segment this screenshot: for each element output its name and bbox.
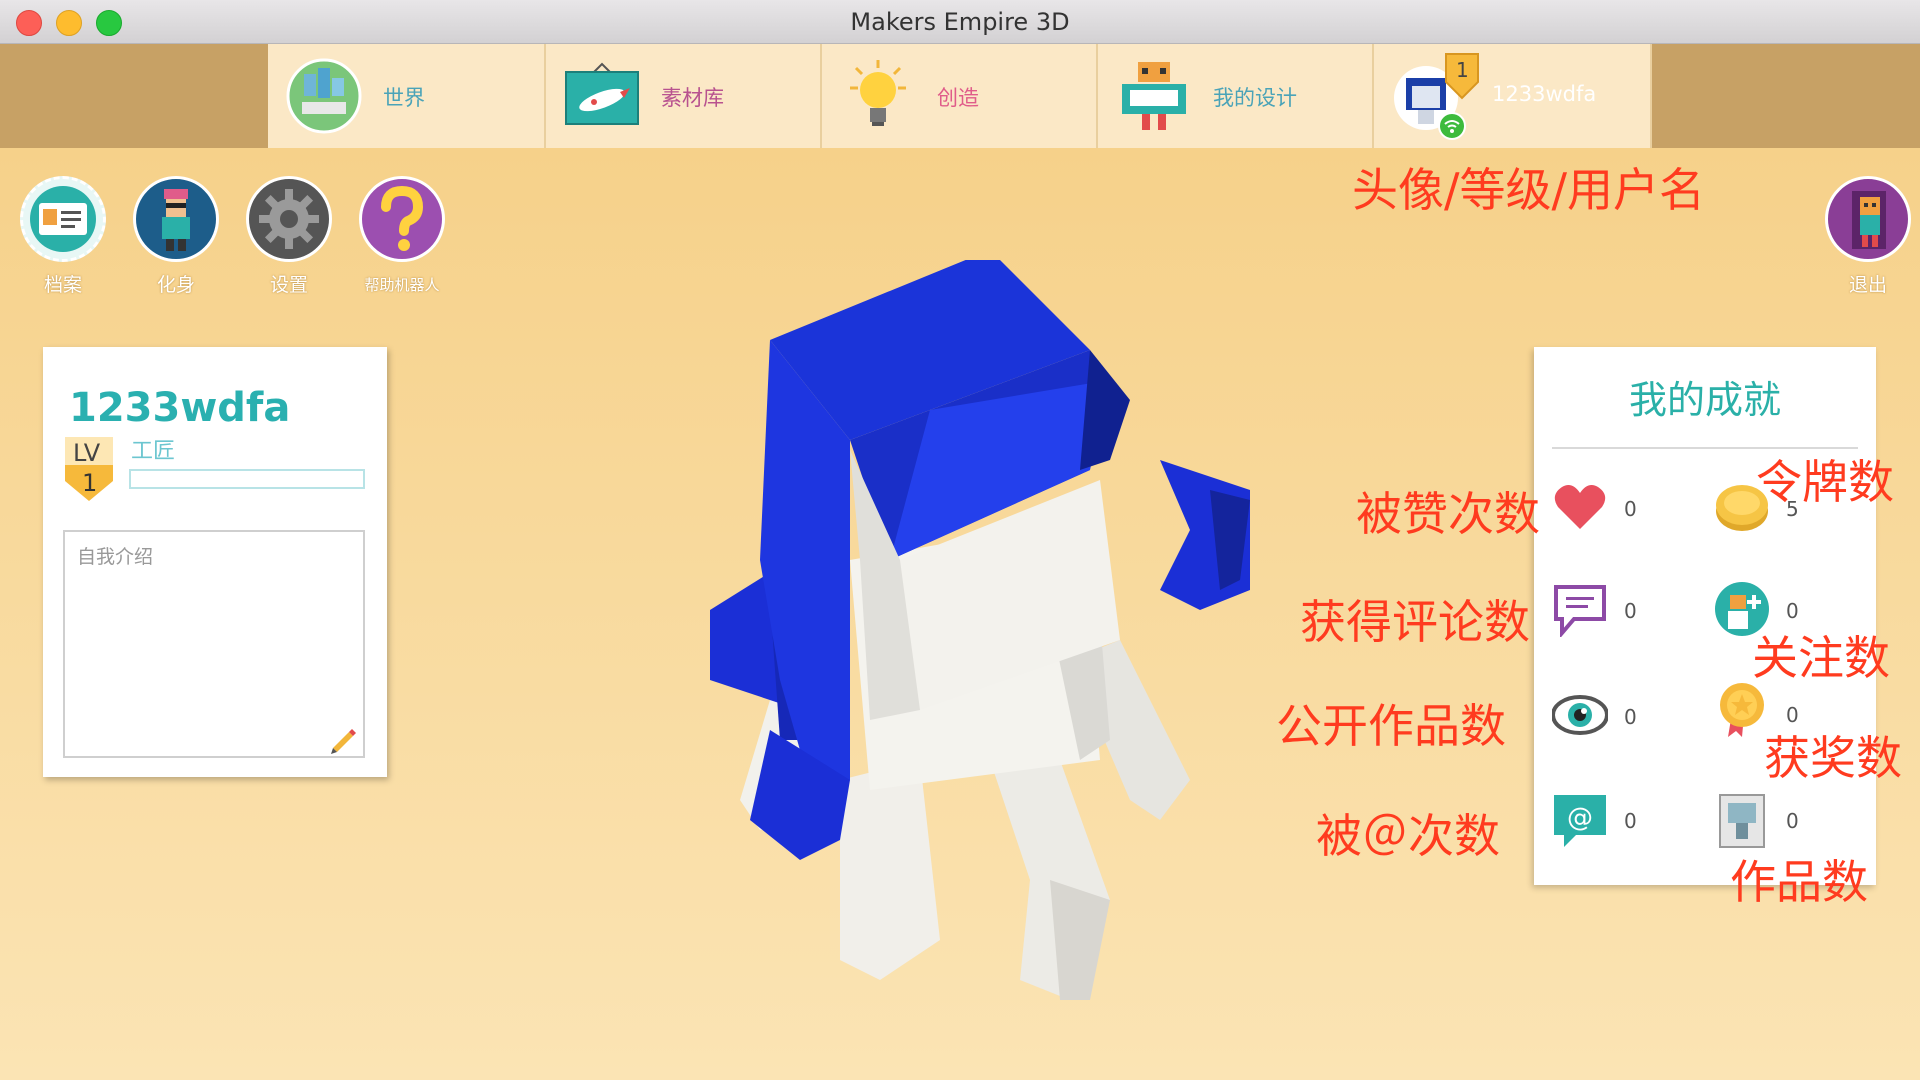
online-wifi-icon <box>1438 112 1466 140</box>
help-robot-button[interactable] <box>359 176 445 262</box>
annotation-likes: 被赞次数 <box>1356 487 1540 541</box>
heart-icon <box>1554 485 1606 529</box>
achievements-panel: 我的成就 0 5 0 0 0 0 @ 0 0 <box>1534 347 1876 885</box>
tab-library[interactable]: 素材库 <box>546 44 822 148</box>
follows-count: 0 <box>1786 599 1799 623</box>
profile-username: 1233wdfa <box>69 385 291 431</box>
profile-card-icon <box>30 186 96 252</box>
medal-icon <box>1720 683 1764 737</box>
help-robot-button-label: 帮助机器人 <box>364 276 440 294</box>
design-count-icon <box>1719 794 1765 848</box>
svg-text:@: @ <box>1567 803 1593 833</box>
3d-avatar-character <box>710 260 1250 1000</box>
settings-button-label: 设置 <box>269 274 308 296</box>
xp-progress-bar <box>129 469 365 489</box>
public-works-count: 0 <box>1624 705 1637 729</box>
likes-count: 0 <box>1624 497 1637 521</box>
lightbulb-icon <box>850 60 906 126</box>
works-count: 0 <box>1786 809 1799 833</box>
level-number: 1 <box>82 469 98 497</box>
profile-card: 1233wdfa LV 1 工匠 自我介绍 <box>43 347 387 777</box>
mentions-count: 0 <box>1624 809 1637 833</box>
exit-door-icon <box>1852 191 1886 249</box>
profile-button-label: 档案 <box>43 274 82 296</box>
avatar-button[interactable] <box>133 176 219 262</box>
user-tab-username: 1233wdfa <box>1492 82 1597 106</box>
rocket-library-icon <box>565 62 639 125</box>
tab-my-designs-label: 我的设计 <box>1213 86 1297 110</box>
window-title: Makers Empire 3D <box>850 8 1070 36</box>
eye-icon <box>1552 695 1608 735</box>
rank-title: 工匠 <box>131 439 176 464</box>
question-icon <box>381 185 424 251</box>
gear-icon <box>259 189 319 249</box>
annotation-works: 作品数 <box>1730 855 1868 909</box>
edit-pencil-icon[interactable] <box>327 722 359 754</box>
avatar-button-label: 化身 <box>156 274 195 296</box>
logout-button[interactable] <box>1825 176 1911 262</box>
user-level-number: 1 <box>1456 58 1469 82</box>
tab-create[interactable]: 创造 <box>822 44 1098 148</box>
annotation-public-works: 公开作品数 <box>1276 699 1506 753</box>
annotation-tokens: 令牌数 <box>1756 455 1894 509</box>
annotation-avatar-level-username: 头像/等级/用户名 <box>1352 163 1705 217</box>
logout-button-label: 退出 <box>1848 274 1887 296</box>
world-icon <box>286 58 362 134</box>
tab-world[interactable]: 世界 <box>268 44 546 148</box>
annotation-follows: 关注数 <box>1752 631 1890 685</box>
tab-my-designs[interactable]: 我的设计 <box>1098 44 1374 148</box>
avatar-character-icon <box>162 189 190 251</box>
achievements-title: 我的成就 <box>1628 378 1781 422</box>
self-intro-box[interactable]: 自我介绍 <box>63 530 365 758</box>
level-prefix: LV <box>73 439 101 467</box>
settings-button[interactable] <box>246 176 332 262</box>
self-intro-placeholder: 自我介绍 <box>77 546 154 568</box>
tab-create-label: 创造 <box>937 86 979 110</box>
user-profile-tab[interactable]: 1 1233wdfa <box>1374 44 1652 148</box>
comment-icon <box>1554 585 1606 637</box>
annotation-mentions: 被＠次数 <box>1316 809 1500 863</box>
annotation-comments: 获得评论数 <box>1300 595 1530 649</box>
profile-button[interactable] <box>20 176 106 262</box>
window-titlebar: Makers Empire 3D <box>0 0 1920 44</box>
mention-icon: @ <box>1554 795 1606 847</box>
my-designs-robot-icon <box>1122 62 1186 130</box>
comments-count: 0 <box>1624 599 1637 623</box>
tab-world-label: 世界 <box>383 86 425 110</box>
annotation-awards: 获奖数 <box>1764 731 1902 785</box>
tab-library-label: 素材库 <box>661 86 724 110</box>
